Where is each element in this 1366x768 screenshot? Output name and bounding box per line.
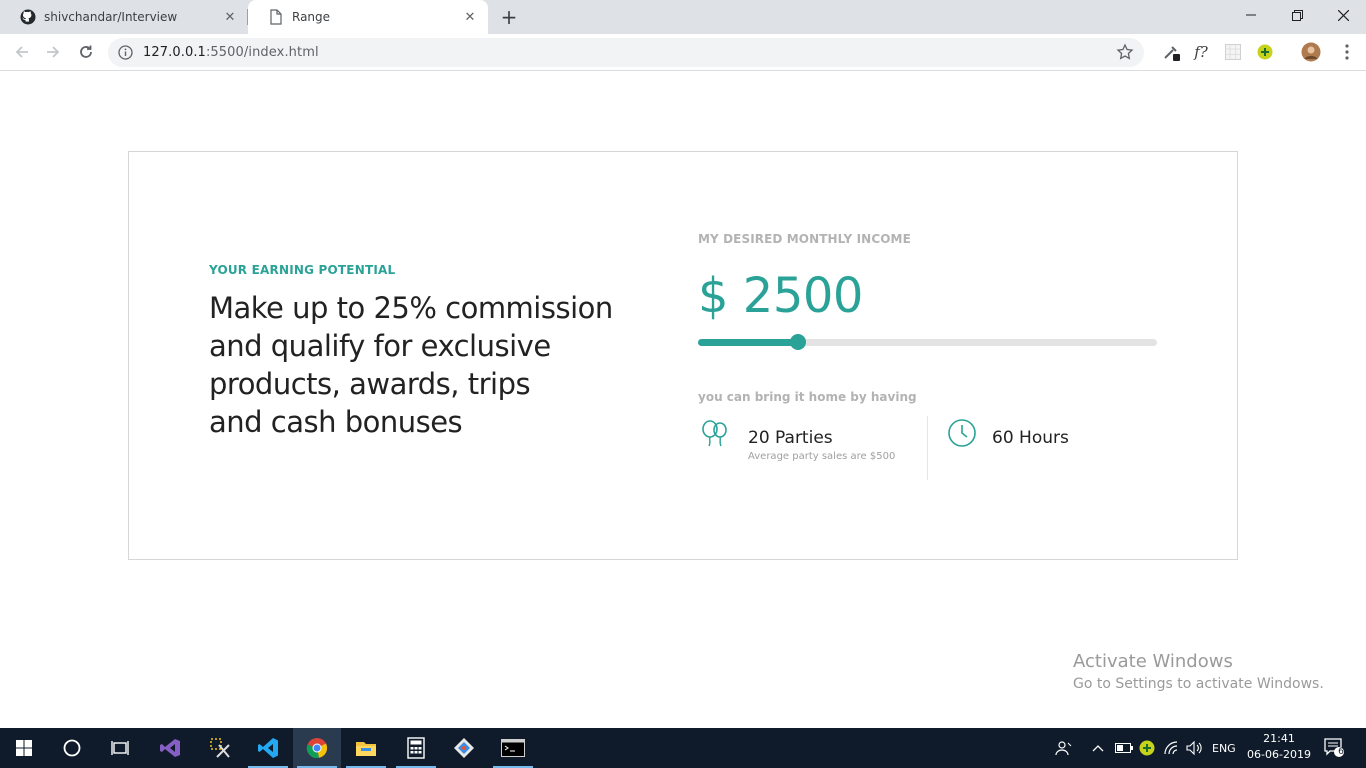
notification-center-icon[interactable]: 6: [1324, 728, 1346, 768]
snipping-tool-icon[interactable]: [196, 728, 244, 768]
eyedropper-icon[interactable]: [1160, 41, 1182, 63]
income-amount: $ 2500: [698, 268, 863, 324]
url-host: 127.0.0.1: [143, 45, 206, 60]
balloons-icon: [698, 418, 732, 452]
menu-kebab-icon[interactable]: [1336, 41, 1358, 63]
new-tab-button[interactable]: +: [499, 5, 519, 29]
activate-windows-watermark: Activate Windows Go to Settings to activ…: [1073, 651, 1324, 692]
task-view-icon[interactable]: [96, 728, 144, 768]
url-path: :5500/index.html: [205, 45, 319, 60]
url-text: 127.0.0.1:5500/index.html: [143, 45, 319, 60]
wifi-icon[interactable]: [1164, 728, 1180, 768]
earning-potential-label: YOUR EARNING POTENTIAL: [209, 263, 396, 277]
clock[interactable]: 21:41 06-06-2019: [1246, 731, 1312, 763]
income-label: MY DESIRED MONTHLY INCOME: [698, 232, 911, 246]
info-icon[interactable]: [118, 45, 133, 60]
earnings-card: YOUR EARNING POTENTIAL Make up to 25% co…: [128, 151, 1238, 560]
chrome-icon[interactable]: [293, 728, 341, 768]
address-bar[interactable]: 127.0.0.1:5500/index.html: [108, 38, 1144, 67]
tab-github[interactable]: shivchandar/Interview ✕: [0, 0, 248, 34]
headline-line: Make up to 25% commission: [209, 291, 613, 325]
tab-range[interactable]: Range ✕: [248, 0, 488, 34]
stat-divider: [927, 416, 928, 480]
clock-icon: [947, 418, 981, 452]
language-indicator[interactable]: ENG: [1212, 728, 1236, 768]
calculator-icon[interactable]: [392, 728, 440, 768]
file-explorer-icon[interactable]: [342, 728, 390, 768]
green-circle-tray-icon[interactable]: [1139, 728, 1155, 768]
income-panel: MY DESIRED MONTHLY INCOME $ 2500 you can…: [698, 232, 1168, 480]
watermark-title: Activate Windows: [1073, 651, 1233, 672]
windows-taskbar: ENG 21:41 06-06-2019 6: [0, 728, 1366, 768]
chevron-up-icon[interactable]: [1092, 728, 1104, 768]
vscode-icon[interactable]: [244, 728, 292, 768]
terminal-icon[interactable]: [489, 728, 537, 768]
reload-button[interactable]: [74, 40, 98, 64]
minimize-button[interactable]: [1228, 0, 1274, 30]
hours-count: 60 Hours: [992, 428, 1069, 448]
notification-count: 6: [1338, 747, 1344, 757]
headline-line: and cash bonuses: [209, 405, 463, 439]
close-icon[interactable]: ✕: [462, 9, 478, 25]
profile-avatar[interactable]: [1300, 41, 1322, 63]
bring-home-label: you can bring it home by having: [698, 390, 917, 404]
bookmark-star-icon[interactable]: [1116, 43, 1134, 61]
battery-icon[interactable]: [1115, 728, 1133, 768]
headline-line: products, awards, trips: [209, 367, 531, 401]
income-slider[interactable]: [698, 334, 1157, 350]
headline-line: and qualify for exclusive: [209, 329, 551, 363]
github-icon: [20, 9, 36, 25]
tab-title: Range: [292, 10, 331, 24]
parties-note: Average party sales are $500: [748, 451, 896, 462]
visual-studio-icon[interactable]: [146, 728, 194, 768]
font-detect-icon[interactable]: f?: [1190, 41, 1212, 63]
volume-icon[interactable]: [1186, 728, 1204, 768]
restore-button[interactable]: [1274, 0, 1320, 30]
grid-ext-icon[interactable]: [1222, 41, 1244, 63]
cortana-icon[interactable]: [48, 728, 96, 768]
git-icon[interactable]: [440, 728, 488, 768]
watermark-subtitle: Go to Settings to activate Windows.: [1073, 676, 1324, 692]
close-window-button[interactable]: [1320, 0, 1366, 30]
parties-count: 20 Parties: [748, 428, 833, 448]
tab-strip: shivchandar/Interview ✕ Range ✕ +: [0, 0, 1366, 34]
forward-button[interactable]: [41, 40, 65, 64]
page-icon: [268, 9, 284, 25]
back-button[interactable]: [10, 40, 34, 64]
close-icon[interactable]: ✕: [222, 9, 238, 25]
headline: Make up to 25% commission and qualify fo…: [209, 289, 629, 441]
browser-toolbar: 127.0.0.1:5500/index.html f?: [0, 34, 1366, 71]
windows-start-icon[interactable]: [0, 728, 48, 768]
clock-time: 21:41: [1263, 732, 1295, 745]
slider-fill: [698, 339, 799, 346]
tab-title: shivchandar/Interview: [44, 10, 178, 24]
people-icon[interactable]: [1055, 728, 1073, 768]
slider-thumb[interactable]: [790, 334, 807, 350]
green-circle-ext-icon[interactable]: [1254, 41, 1276, 63]
clock-date: 06-06-2019: [1247, 748, 1311, 761]
